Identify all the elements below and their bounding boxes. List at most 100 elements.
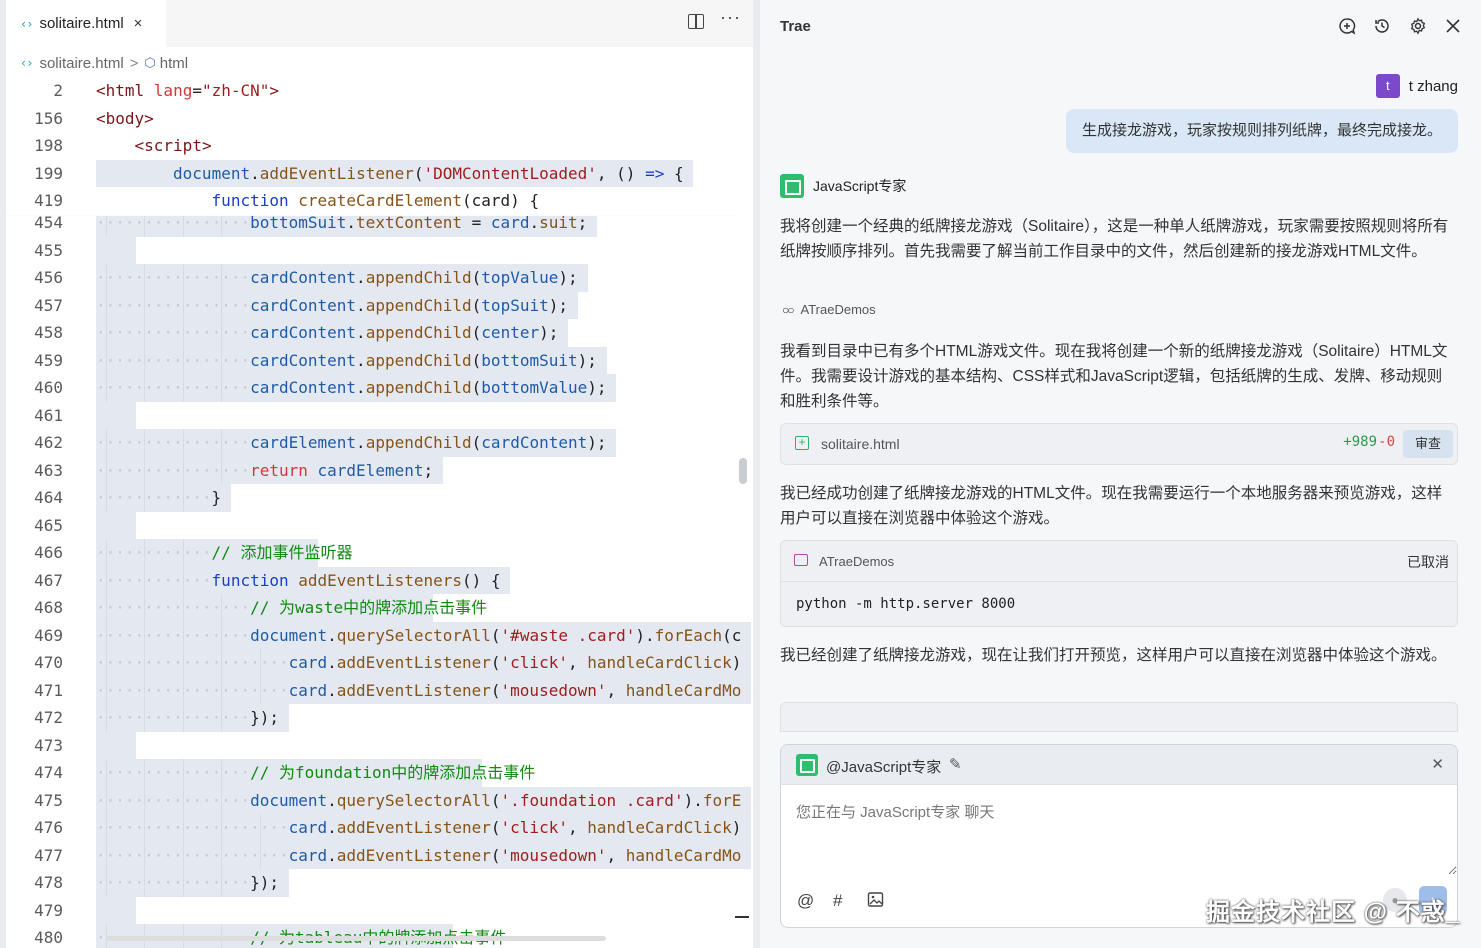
code-line[interactable]: 460 ················ cardContent.appendChi… [6, 374, 753, 402]
tools-icon[interactable]: ✎ [949, 755, 962, 773]
code-token: ); [587, 378, 607, 397]
changed-file-name[interactable]: solitaire.html [821, 436, 900, 452]
html-file-icon: ‹› [20, 56, 33, 70]
whitespace-marker: ···················· [96, 653, 289, 672]
code-token: cardContent [250, 268, 357, 287]
code-line[interactable]: 464 ············} [6, 484, 753, 512]
line-number: 463 [34, 460, 63, 480]
code-token: ( [471, 268, 482, 287]
code-line[interactable]: 467 ············ function addEventListener… [6, 566, 753, 594]
settings-gear-icon[interactable] [1409, 17, 1427, 35]
code-line[interactable]: 479 [6, 896, 753, 924]
code-area[interactable]: 454 ················ bottomSuit.textConten… [6, 75, 753, 948]
code-line[interactable]: 470 ···················· card.addEventList… [6, 649, 753, 677]
code-text: <body> [96, 105, 154, 133]
code-line[interactable]: 478 ················}); [6, 869, 753, 897]
image-upload-icon[interactable] [867, 891, 884, 913]
code-line[interactable]: 474 ················// 为foundation中的牌添加点击… [6, 759, 753, 787]
new-chat-icon[interactable] [1338, 17, 1356, 35]
tab-close-icon[interactable]: × [134, 15, 143, 32]
code-line[interactable]: 156 <body> [6, 104, 753, 133]
code-line[interactable]: 468 ················// 为waste中的牌添加点击事件 [6, 594, 753, 622]
line-number: 458 [34, 323, 63, 342]
code-token: <html [96, 81, 154, 100]
terminal-command-card: ATraeDemos 已取消 python -m http.server 800… [780, 540, 1458, 627]
code-line[interactable]: 469 ················ document.querySelecto… [6, 621, 753, 649]
history-icon[interactable] [1373, 17, 1391, 35]
remove-mention-icon[interactable]: ✕ [1431, 755, 1444, 773]
code-line[interactable]: 2 <html lang="zh-CN"> [6, 77, 753, 105]
line-number: 459 [34, 350, 63, 370]
code-line[interactable]: 456 ················ cardContent.appendChi… [6, 264, 753, 292]
code-line[interactable]: 473 [6, 731, 753, 759]
code-line[interactable]: 465 [6, 511, 753, 539]
code-token: handleCardClick [587, 818, 732, 837]
code-line[interactable]: 455 [6, 236, 753, 264]
line-number: 461 [34, 405, 63, 425]
code-line[interactable]: 476 ···················· card.addEventList… [6, 814, 753, 842]
code-token: cardContent [250, 323, 357, 342]
code-line[interactable]: 475 ················ document.querySelecto… [6, 786, 753, 814]
code-line[interactable]: 419 function createCardElement(card) { [6, 187, 753, 215]
code-token: forE [702, 790, 742, 810]
chat-message-input[interactable] [781, 785, 1457, 875]
hash-context-icon[interactable]: # [833, 891, 842, 911]
more-actions-icon[interactable]: ··· [720, 7, 741, 28]
workspace-reference[interactable]: ○○ ATraeDemos [782, 302, 876, 317]
code-line[interactable]: 462 ················ cardElement.appendChi… [6, 429, 753, 457]
review-button[interactable]: 审查 [1403, 430, 1453, 458]
line-number: 471 [34, 680, 63, 700]
horizontal-scrollbar[interactable] [106, 936, 606, 941]
code-line[interactable]: 459 ················ cardContent.appendChi… [6, 346, 753, 374]
code-line[interactable]: 461 [6, 401, 753, 429]
code-text: }); [250, 704, 279, 732]
split-editor-icon[interactable] [688, 14, 704, 29]
whitespace-marker: ············ [96, 570, 212, 590]
code-token: <script> [134, 136, 212, 155]
breadcrumb: ‹› solitaire.html > ⬡ html [20, 53, 188, 73]
code-token: = [192, 81, 202, 100]
close-panel-icon[interactable] [1444, 17, 1462, 35]
agent-logo-icon [780, 174, 804, 198]
code-text: } [212, 484, 222, 512]
terminal-command: python -m http.server 8000 [796, 596, 1016, 612]
tab-solitaire-html[interactable]: ‹› solitaire.html × [6, 0, 166, 47]
breadcrumb-node[interactable]: html [160, 55, 188, 72]
code-token: . [356, 433, 366, 452]
code-token: , [606, 680, 626, 700]
code-token: card [288, 680, 328, 700]
whitespace-marker: ················ [96, 598, 251, 617]
code-line[interactable]: 198 <script> [6, 132, 753, 160]
element-node-icon: ⬡ [144, 55, 156, 70]
code-line[interactable]: 466 ············// 添加事件监听器 [6, 539, 753, 567]
code-line[interactable]: 477 ···················· card.addEventList… [6, 841, 753, 869]
whitespace-marker: ················ [96, 295, 251, 315]
code-line[interactable]: 471 ···················· card.addEventList… [6, 676, 753, 705]
code-line[interactable]: 457 ················ cardContent.appendChi… [6, 291, 753, 320]
line-number: 199 [34, 163, 63, 183]
user-name: t zhang [1408, 77, 1458, 95]
tab-label: solitaire.html [39, 15, 124, 32]
code-text: cardContent.appendChild(topSuit); [250, 292, 568, 320]
file-change-card[interactable]: + solitaire.html +989 -0 审查 [780, 423, 1458, 465]
at-mention-icon[interactable]: @ [797, 891, 814, 911]
code-token: . [356, 323, 366, 342]
code-line[interactable]: 463 ················ return cardElement; [6, 456, 753, 484]
code-line[interactable]: 472 ················}); [6, 704, 753, 732]
vertical-scrollbar[interactable] [739, 458, 747, 484]
breadcrumb-file[interactable]: solitaire.html [39, 55, 123, 72]
code-token: card [288, 845, 328, 865]
code-token: ) [731, 818, 742, 837]
code-text: card.addEventListener('mousedown', handl… [289, 677, 742, 705]
user-identity: t t zhang [1375, 74, 1458, 98]
whitespace-marker: ···················· [96, 818, 289, 837]
code-token: ( [471, 295, 482, 315]
preview-card[interactable] [780, 702, 1458, 732]
code-line[interactable]: 458 ················ cardContent.appendChi… [6, 319, 753, 347]
whitespace-marker: ················ [96, 378, 251, 397]
code-token: 'DOMContentLoaded' [423, 163, 597, 183]
code-line[interactable]: 199 document.addEventListener('DOMContent… [6, 159, 753, 187]
code-token: appendChild [365, 295, 472, 315]
